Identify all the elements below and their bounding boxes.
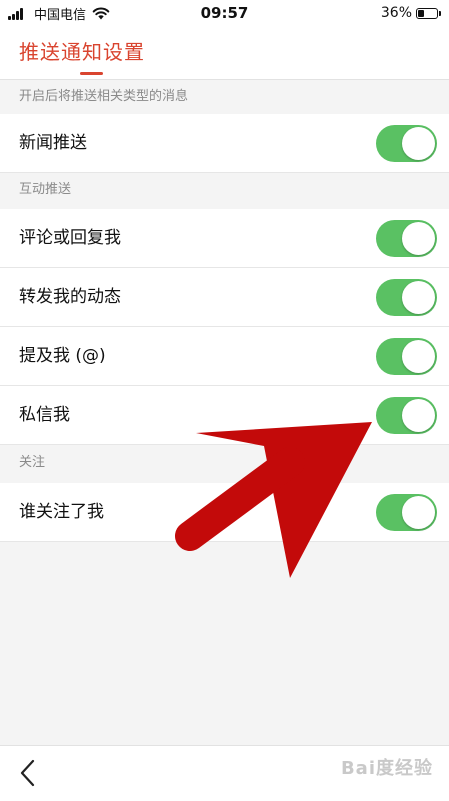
new-follower-toggle[interactable] [376, 494, 437, 531]
setting-label: 提及我 (@) [19, 346, 106, 366]
toggle-knob [402, 127, 435, 160]
setting-row-repost[interactable]: 转发我的动态 [0, 268, 449, 327]
toggle-knob [402, 281, 435, 314]
comment-reply-toggle[interactable] [376, 220, 437, 257]
setting-row-new-follower[interactable]: 谁关注了我 [0, 483, 449, 542]
chevron-left-icon[interactable] [16, 758, 40, 788]
setting-label: 新闻推送 [19, 133, 87, 153]
battery-tip [439, 10, 441, 16]
title-underline [80, 72, 103, 75]
section-header-follow: 关注 [0, 446, 449, 480]
mention-toggle[interactable] [376, 338, 437, 375]
news-push-toggle[interactable] [376, 125, 437, 162]
section-header-interaction: 互动推送 [0, 173, 449, 207]
page-title: 推送通知设置 [19, 40, 145, 64]
battery-icon [416, 7, 438, 19]
setting-row-comment-reply[interactable]: 评论或回复我 [0, 209, 449, 268]
status-bar: 中国电信 09:57 36% [0, 0, 449, 26]
bottom-toolbar: Bai度经验 [0, 745, 449, 801]
section-header-push-info: 开启后将推送相关类型的消息 [0, 80, 449, 114]
battery-fill [418, 9, 424, 17]
battery-group: 36% [381, 5, 441, 21]
setting-row-private-message[interactable]: 私信我 [0, 386, 449, 445]
setting-row-mention[interactable]: 提及我 (@) [0, 327, 449, 386]
setting-label: 评论或回复我 [19, 228, 121, 248]
private-message-toggle[interactable] [376, 397, 437, 434]
page-header: 推送通知设置 [0, 26, 449, 80]
setting-label: 转发我的动态 [19, 287, 121, 307]
setting-row-news-push[interactable]: 新闻推送 [0, 114, 449, 173]
watermark: Bai度经验 [340, 758, 433, 779]
toggle-knob [402, 222, 435, 255]
setting-label: 谁关注了我 [19, 502, 104, 522]
repost-toggle[interactable] [376, 279, 437, 316]
battery-percent: 36% [380, 5, 412, 21]
toggle-knob [402, 340, 435, 373]
setting-label: 私信我 [19, 405, 70, 425]
toggle-knob [402, 496, 435, 529]
toggle-knob [402, 399, 435, 432]
